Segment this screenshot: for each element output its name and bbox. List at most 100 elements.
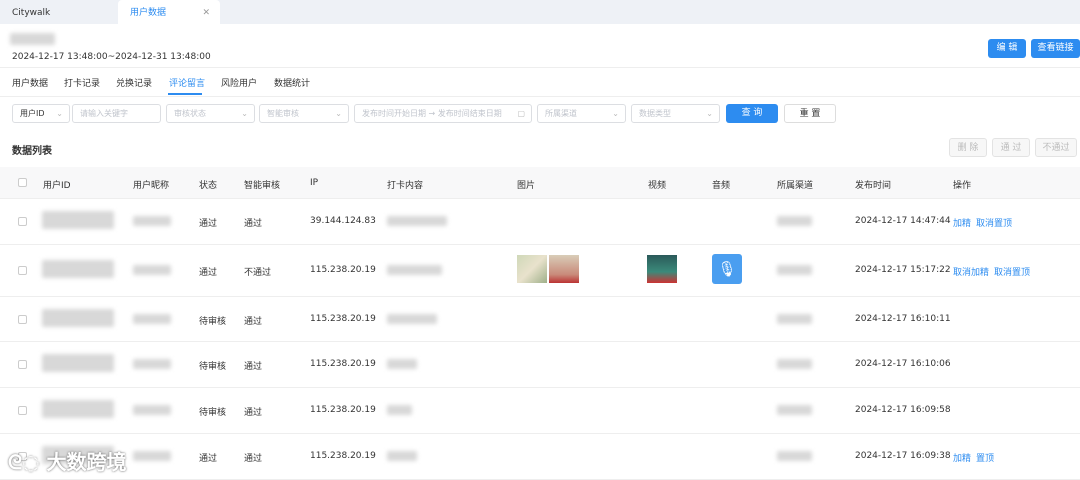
publish-time: 2024-12-17 16:09:38 — [855, 451, 951, 461]
chevron-down-icon: ⌄ — [56, 109, 63, 118]
row-checkbox[interactable] — [18, 315, 27, 324]
divider — [0, 67, 1080, 68]
table-row: 通过 通过 39.144.124.83 2024-12-17 14:47:44 … — [0, 199, 1080, 245]
list-title: 数据列表 — [12, 146, 52, 157]
row-checkbox[interactable] — [18, 266, 27, 275]
blurred-title — [10, 33, 55, 45]
blurred-nickname — [133, 265, 171, 275]
nav-statistics[interactable]: 数据统计 — [274, 76, 310, 89]
ip-text: 115.238.20.19 — [310, 451, 376, 461]
data-type-select[interactable]: 数据类型 ⌄ — [631, 104, 720, 123]
row-actions: 加精 取消置顶 — [953, 216, 1017, 229]
status-text: 待审核 — [199, 317, 227, 327]
search-type-select[interactable]: 用户ID ⌄ — [12, 104, 70, 123]
col-ip: IP — [310, 178, 319, 188]
delete-button[interactable]: 删 除 — [949, 138, 987, 157]
keyword-input[interactable]: 请输入关键字 — [72, 104, 161, 123]
blurred-content — [387, 451, 417, 461]
status-text: 待审核 — [199, 362, 227, 372]
table-row: 待审核 通过 115.238.20.19 2024-12-17 16:10:11 — [0, 297, 1080, 342]
select-placeholder: 审核状态 — [174, 109, 206, 118]
pin-link[interactable]: 取消置顶 — [976, 219, 1012, 229]
table-row: 通过 不通过 115.238.20.19 🎙 2024-12-17 15:17:… — [0, 245, 1080, 297]
publish-time: 2024-12-17 16:10:11 — [855, 314, 951, 324]
feature-link[interactable]: 取消加精 — [953, 268, 989, 278]
watermark-logo: ᘓ◌ 大数跨境 — [8, 450, 127, 474]
microphone-icon[interactable]: 🎙 — [712, 254, 742, 284]
table-header: 用户ID 用户昵称 状态 智能审核 IP 打卡内容 图片 视频 音频 所属渠道 … — [0, 167, 1080, 199]
blurred-nickname — [133, 451, 171, 461]
select-placeholder: 所属渠道 — [545, 109, 577, 118]
image-thumbnail[interactable] — [517, 255, 547, 283]
blurred-content — [387, 216, 447, 226]
publish-time: 2024-12-17 16:10:06 — [855, 359, 951, 369]
col-channel: 所属渠道 — [777, 181, 814, 191]
select-value: 用户ID — [20, 109, 45, 118]
status-text: 待审核 — [199, 408, 227, 418]
divider — [0, 96, 1080, 97]
feature-link[interactable]: 加精 — [953, 219, 971, 229]
audit-status-select[interactable]: 审核状态 ⌄ — [166, 104, 255, 123]
status-text: 通过 — [199, 268, 218, 278]
col-nickname: 用户昵称 — [133, 181, 170, 191]
row-checkbox[interactable] — [18, 217, 27, 226]
blurred-user-id — [42, 211, 114, 229]
video-thumbnail[interactable] — [647, 255, 677, 283]
pin-link[interactable]: 置顶 — [976, 454, 994, 464]
tab-label: Citywalk — [12, 8, 51, 18]
blurred-channel — [777, 314, 812, 324]
table-row: 待审核 通过 115.238.20.19 2024-12-17 16:09:58 — [0, 388, 1080, 434]
nav-checkin[interactable]: 打卡记录 — [64, 76, 100, 89]
select-placeholder: 数据类型 — [639, 109, 671, 118]
pass-button[interactable]: 通 过 — [992, 138, 1030, 157]
date-range-picker[interactable]: 发布时间开始日期 → 发布时间结束日期 ▢ — [354, 104, 532, 123]
status-text: 通过 — [199, 454, 218, 464]
channel-select[interactable]: 所属渠道 ⌄ — [537, 104, 626, 123]
row-actions — [953, 314, 963, 324]
chevron-down-icon: ⌄ — [241, 109, 248, 118]
close-icon[interactable]: ✕ — [202, 0, 210, 26]
feature-link[interactable]: 加精 — [953, 454, 971, 464]
active-tab-indicator — [168, 93, 202, 95]
tab-label: 用户数据 — [130, 8, 167, 18]
blurred-nickname — [133, 216, 171, 226]
publish-time: 2024-12-17 14:47:44 — [855, 216, 951, 226]
row-checkbox[interactable] — [18, 360, 27, 369]
ip-text: 115.238.20.19 — [310, 405, 376, 415]
tab-citywalk[interactable]: Citywalk — [0, 0, 62, 24]
blurred-channel — [777, 216, 812, 226]
col-audio: 音频 — [712, 181, 731, 191]
smart-audit-text: 不通过 — [244, 268, 272, 278]
smart-audit-text: 通过 — [244, 454, 263, 464]
blurred-nickname — [133, 405, 171, 415]
blurred-user-id — [42, 309, 114, 327]
row-checkbox[interactable] — [18, 406, 27, 415]
blurred-channel — [777, 451, 812, 461]
nav-risk-users[interactable]: 风险用户 — [221, 76, 257, 89]
view-link-button[interactable]: 查看链接 — [1031, 39, 1080, 58]
select-all-checkbox[interactable] — [18, 178, 27, 187]
smart-audit-text: 通过 — [244, 362, 263, 372]
tab-user-data[interactable]: 用户数据 ✕ — [118, 0, 220, 24]
reject-button[interactable]: 不通过 — [1035, 138, 1077, 157]
smart-audit-select[interactable]: 智能审核 ⌄ — [259, 104, 349, 123]
select-placeholder: 智能审核 — [267, 109, 299, 118]
image-thumbnail[interactable] — [549, 255, 579, 283]
nav-comments[interactable]: 评论留言 — [169, 76, 205, 89]
edit-button[interactable]: 编 辑 — [988, 39, 1026, 58]
blurred-channel — [777, 405, 812, 415]
query-button[interactable]: 查 询 — [726, 104, 778, 123]
blurred-content — [387, 265, 442, 275]
nav-user-data[interactable]: 用户数据 — [12, 76, 48, 89]
row-actions: 取消加精 取消置顶 — [953, 265, 1035, 278]
col-video: 视频 — [648, 181, 667, 191]
chevron-down-icon: ⌄ — [335, 109, 342, 118]
nav-exchange[interactable]: 兑换记录 — [116, 76, 152, 89]
pin-link[interactable]: 取消置顶 — [994, 268, 1030, 278]
table-row: 待审核 通过 115.238.20.19 2024-12-17 16:10:06 — [0, 342, 1080, 388]
ip-text: 115.238.20.19 — [310, 359, 376, 369]
row-actions — [953, 359, 963, 369]
chevron-down-icon: ⌄ — [612, 109, 619, 118]
table-row: 通过 通过 115.238.20.19 2024-12-17 16:09:38 … — [0, 434, 1080, 480]
reset-button[interactable]: 重 置 — [784, 104, 836, 123]
